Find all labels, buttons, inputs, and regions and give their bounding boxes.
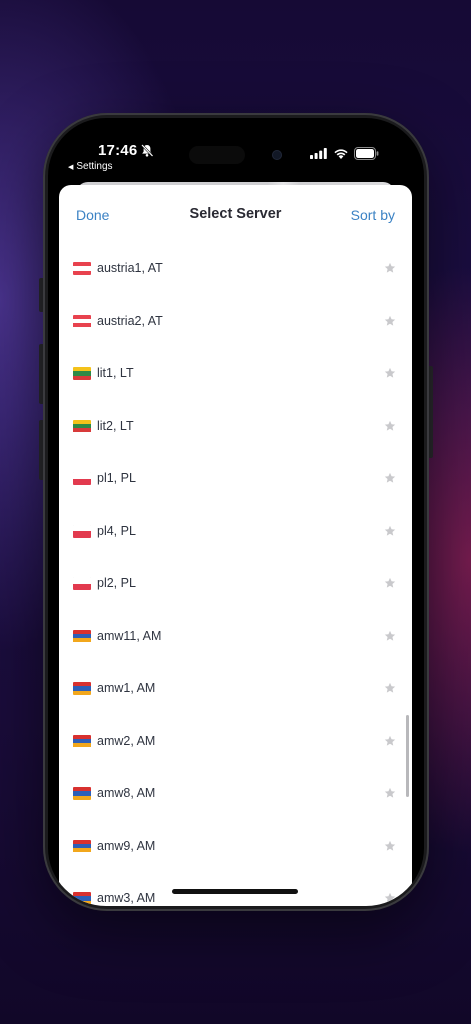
nav-bar: Done Select Server Sort by — [59, 185, 412, 241]
server-label: amw11, AM — [97, 628, 162, 643]
favorite-star-icon[interactable] — [384, 735, 396, 747]
server-label: pl1, PL — [97, 471, 136, 485]
favorite-star-icon[interactable] — [384, 682, 396, 694]
server-row[interactable]: lit1, LT — [59, 348, 412, 401]
favorite-star-icon[interactable] — [384, 787, 396, 799]
favorite-star-icon[interactable] — [384, 420, 396, 432]
phone-frame: 17:46 ◀ Settings Done Select Server Sort… — [43, 113, 429, 911]
server-label: amw3, AM — [97, 891, 156, 905]
server-label: amw1, AM — [97, 681, 156, 695]
flag-icon — [73, 682, 91, 695]
server-row[interactable]: pl4, PL — [59, 506, 412, 559]
flag-icon — [73, 734, 91, 748]
back-to-settings[interactable]: ◀ Settings — [68, 161, 113, 172]
flag-icon — [73, 892, 91, 905]
server-label: amw2, AM — [97, 733, 156, 748]
flag-icon — [73, 524, 91, 538]
server-label: amw9, AM — [97, 838, 156, 853]
favorite-star-icon[interactable] — [384, 367, 396, 379]
server-label: pl4, PL — [97, 523, 136, 538]
server-row[interactable]: amw2, AM — [59, 716, 412, 769]
favorite-star-icon[interactable] — [384, 525, 396, 537]
server-row[interactable]: austria2, AT — [59, 296, 412, 349]
server-row[interactable]: pl1, PL — [59, 453, 412, 506]
battery-icon — [354, 147, 379, 160]
server-row[interactable]: pl2, PL — [59, 558, 412, 611]
status-time: 17:46 — [98, 142, 138, 159]
server-row[interactable]: amw9, AM — [59, 821, 412, 874]
flag-icon — [73, 367, 91, 380]
server-row[interactable]: amw11, AM — [59, 611, 412, 664]
front-camera — [272, 150, 282, 160]
dynamic-island — [189, 146, 245, 164]
favorite-star-icon[interactable] — [384, 315, 396, 327]
scrollbar[interactable] — [406, 715, 409, 797]
favorite-star-icon[interactable] — [384, 630, 396, 642]
favorite-star-icon[interactable] — [384, 840, 396, 852]
flag-icon — [73, 577, 91, 590]
cellular-signal-icon — [310, 148, 327, 159]
flag-icon — [73, 314, 91, 328]
favorite-star-icon[interactable] — [384, 262, 396, 274]
flag-icon — [73, 629, 91, 643]
server-row[interactable]: austria1, AT — [59, 243, 412, 296]
bell-slash-icon — [141, 144, 153, 157]
sort-by-button[interactable]: Sort by — [351, 207, 395, 223]
server-label: lit2, LT — [97, 418, 134, 433]
flag-icon — [73, 787, 91, 800]
server-label: austria2, AT — [97, 313, 163, 328]
server-label: austria1, AT — [97, 261, 163, 275]
flag-icon — [73, 472, 91, 485]
wifi-icon — [334, 149, 348, 159]
server-list: austria1, AT austria2, AT lit1, LT lit2, LT… — [59, 243, 412, 906]
flag-icon — [73, 262, 91, 275]
favorite-star-icon[interactable] — [384, 892, 396, 904]
server-row[interactable]: amw8, AM — [59, 768, 412, 821]
back-triangle-icon: ◀ — [68, 163, 74, 171]
flag-icon — [73, 839, 91, 853]
flag-icon — [73, 419, 91, 433]
phone-screen: 17:46 ◀ Settings Done Select Server Sort… — [48, 118, 424, 906]
back-settings-label: Settings — [76, 161, 113, 172]
server-row[interactable]: amw1, AM — [59, 663, 412, 716]
select-server-sheet: Done Select Server Sort by austria1, AT a… — [59, 185, 412, 906]
favorite-star-icon[interactable] — [384, 577, 396, 589]
server-row[interactable]: lit2, LT — [59, 401, 412, 454]
server-label: pl2, PL — [97, 576, 136, 590]
server-label: amw8, AM — [97, 786, 156, 800]
favorite-star-icon[interactable] — [384, 472, 396, 484]
server-label: lit1, LT — [97, 366, 134, 380]
home-indicator[interactable] — [172, 889, 298, 894]
